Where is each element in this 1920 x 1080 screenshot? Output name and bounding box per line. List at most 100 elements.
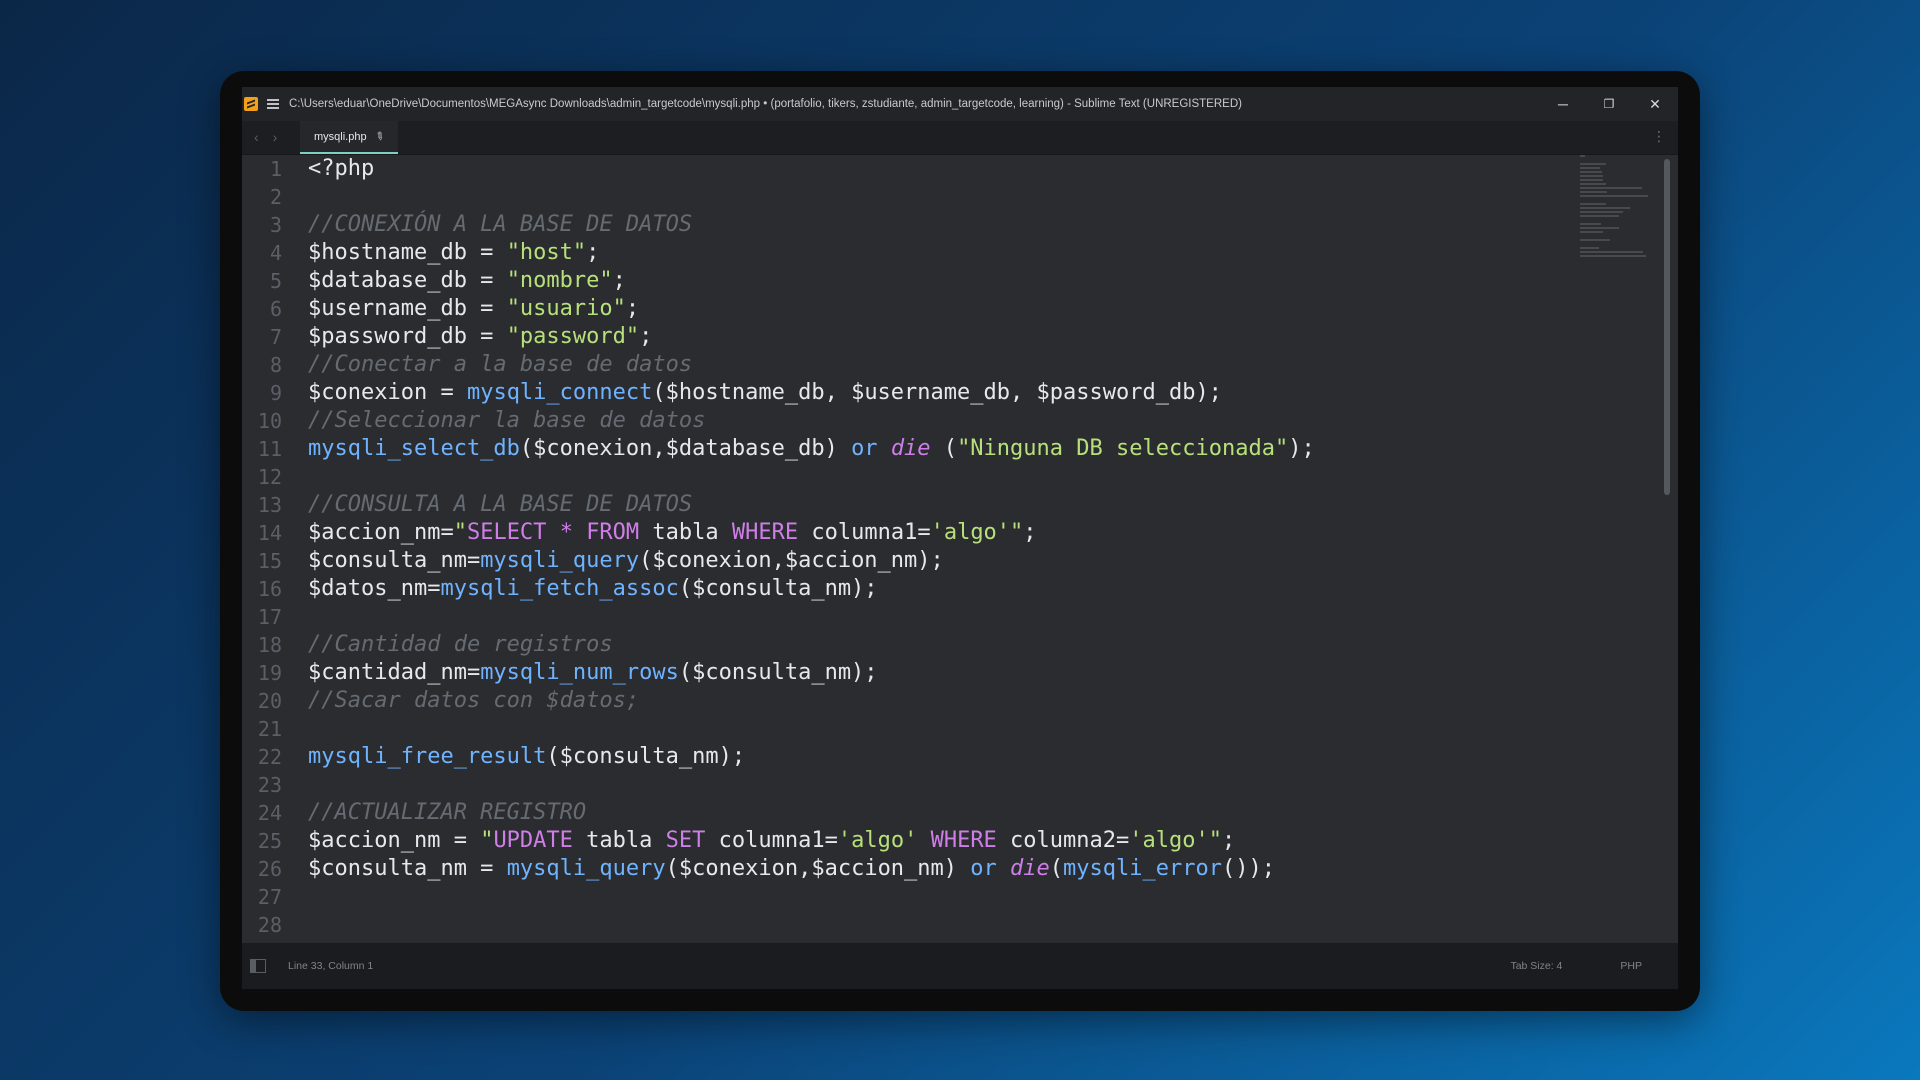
hamburger-menu-icon[interactable] [267,99,279,109]
tab-mysqli-php[interactable]: mysqli.php ✎ [300,121,398,154]
code-area[interactable]: <?php //CONEXIÓN A LA BASE DE DATOS $host… [308,155,1568,943]
sublime-window: C:\Users\eduar\OneDrive\Documentos\MEGAs… [242,87,1678,989]
code-token: $consulta_nm = [308,856,507,881]
title-bar: C:\Users\eduar\OneDrive\Documentos\MEGAs… [242,87,1678,121]
close-button[interactable]: ✕ [1632,87,1678,121]
minimap-line [1580,215,1619,217]
tab-bar: ‹ › mysqli.php ✎ ⋮ [242,121,1678,155]
code-token: "usuario" [506,296,626,321]
code-token: mysqli_num_rows [480,660,679,685]
cursor-position[interactable]: Line 33, Column 1 [288,960,1510,972]
code-token: ($consulta_nm); [678,576,878,601]
line-number: 23 [257,773,282,797]
restore-button[interactable]: ❐ [1586,87,1632,121]
code-token: mysqli_fetch_assoc [440,576,679,601]
line-number: 9 [269,381,282,405]
tab-navigation: ‹ › [254,129,277,145]
code-line: mysqli_free_result($consulta_nm); [308,743,1568,771]
code-token: ; [612,268,626,293]
code-token: $username_db = [308,296,507,321]
code-token: WHERE [731,520,799,545]
code-token: $cantidad_nm= [308,660,481,685]
code-token: ($conexion,$accion_nm); [639,548,944,573]
code-token: $conexion = [308,380,467,405]
line-number: 6 [269,297,282,321]
code-token: or [851,436,878,461]
code-token: ($consulta_nm); [546,744,746,769]
panel-toggle-icon[interactable] [250,959,266,973]
tab-size-indicator[interactable]: Tab Size: 4 [1510,960,1562,972]
line-number-gutter: 1 2 3 4 5 6 7 8 9 10 11 12 13 14 15 16 17 18 19 20 21 22 23 24 2… [242,155,286,943]
line-number: 12 [257,465,282,489]
code-line: <?php [308,155,1568,183]
code-token: FROM [586,520,640,545]
code-token: ; [1221,828,1236,853]
line-number: 5 [269,269,282,293]
code-line: //ACTUALIZAR REGISTRO [308,799,1568,827]
forward-arrow-icon[interactable]: › [273,129,278,145]
code-token: WHERE [930,828,997,853]
code-token: ; [625,296,640,321]
code-token: "password" [506,324,640,349]
line-number: 1 [269,157,282,181]
code-token: ); [1288,436,1315,461]
vertical-scrollbar[interactable] [1664,159,1670,495]
code-editor[interactable]: 1 2 3 4 5 6 7 8 9 10 11 12 13 14 15 16 17 18 19 20 21 22 23 24 2… [242,155,1678,943]
code-token: columna1= [705,828,838,853]
code-line: $username_db = "usuario"; [308,295,1568,323]
minimap-line [1580,203,1607,205]
code-token: "host" [506,240,587,265]
code-token: mysqli_select_db [308,436,520,461]
line-number: 8 [269,353,282,377]
code-token: ($hostname_db, $username_db, $password_d… [652,380,1222,405]
code-token: ; [586,240,600,265]
code-token: //Seleccionar la base de datos [308,408,706,433]
line-number: 21 [257,717,282,741]
minimap-line [1580,179,1604,181]
minimap-line [1580,247,1599,249]
minimap-line [1580,195,1649,197]
line-number: 18 [257,633,282,657]
code-line: $database_db = "nombre"; [308,267,1568,295]
minimap-line [1580,155,1585,157]
code-token: ($conexion,$accion_nm) [665,856,971,881]
minimap-line [1580,163,1607,165]
more-options-icon[interactable]: ⋮ [1652,129,1666,143]
line-number: 26 [257,857,282,881]
code-token: <?php [308,156,375,181]
line-number: 3 [269,213,282,237]
code-token: or [970,856,997,881]
minimap-line [1580,167,1600,169]
minimap[interactable] [1580,155,1654,257]
minimap-line [1580,231,1603,233]
code-line: $cantidad_nm=mysqli_num_rows($consulta_n… [308,659,1568,687]
device-frame: C:\Users\eduar\OneDrive\Documentos\MEGAs… [220,71,1700,1011]
code-token: * [559,520,573,545]
code-token: ( [930,436,958,461]
code-token: //Conectar a la base de datos [308,352,693,377]
minimize-button[interactable]: ─ [1540,87,1586,121]
code-token: $datos_nm= [308,576,441,601]
code-token: $accion_nm= [308,520,454,545]
code-token: " [453,520,467,545]
code-line: //Cantidad de registros [308,631,1568,659]
syntax-indicator[interactable]: PHP [1620,960,1642,972]
window-title: C:\Users\eduar\OneDrive\Documentos\MEGAs… [289,98,1242,110]
back-arrow-icon[interactable]: ‹ [254,129,259,145]
minimap-line [1580,183,1607,185]
code-token: $database_db = [308,268,507,293]
line-number: 16 [257,577,282,601]
code-token: ($consulta_nm); [678,660,878,685]
line-number: 17 [257,605,282,629]
tab-label: mysqli.php [314,130,367,143]
line-number: 2 [269,185,282,209]
code-line: mysqli_select_db($conexion,$database_db)… [308,435,1568,463]
code-line: $datos_nm=mysqli_fetch_assoc($consulta_n… [308,575,1568,603]
code-line: $conexion = mysqli_connect($hostname_db,… [308,379,1568,407]
code-line: //Conectar a la base de datos [308,351,1568,379]
